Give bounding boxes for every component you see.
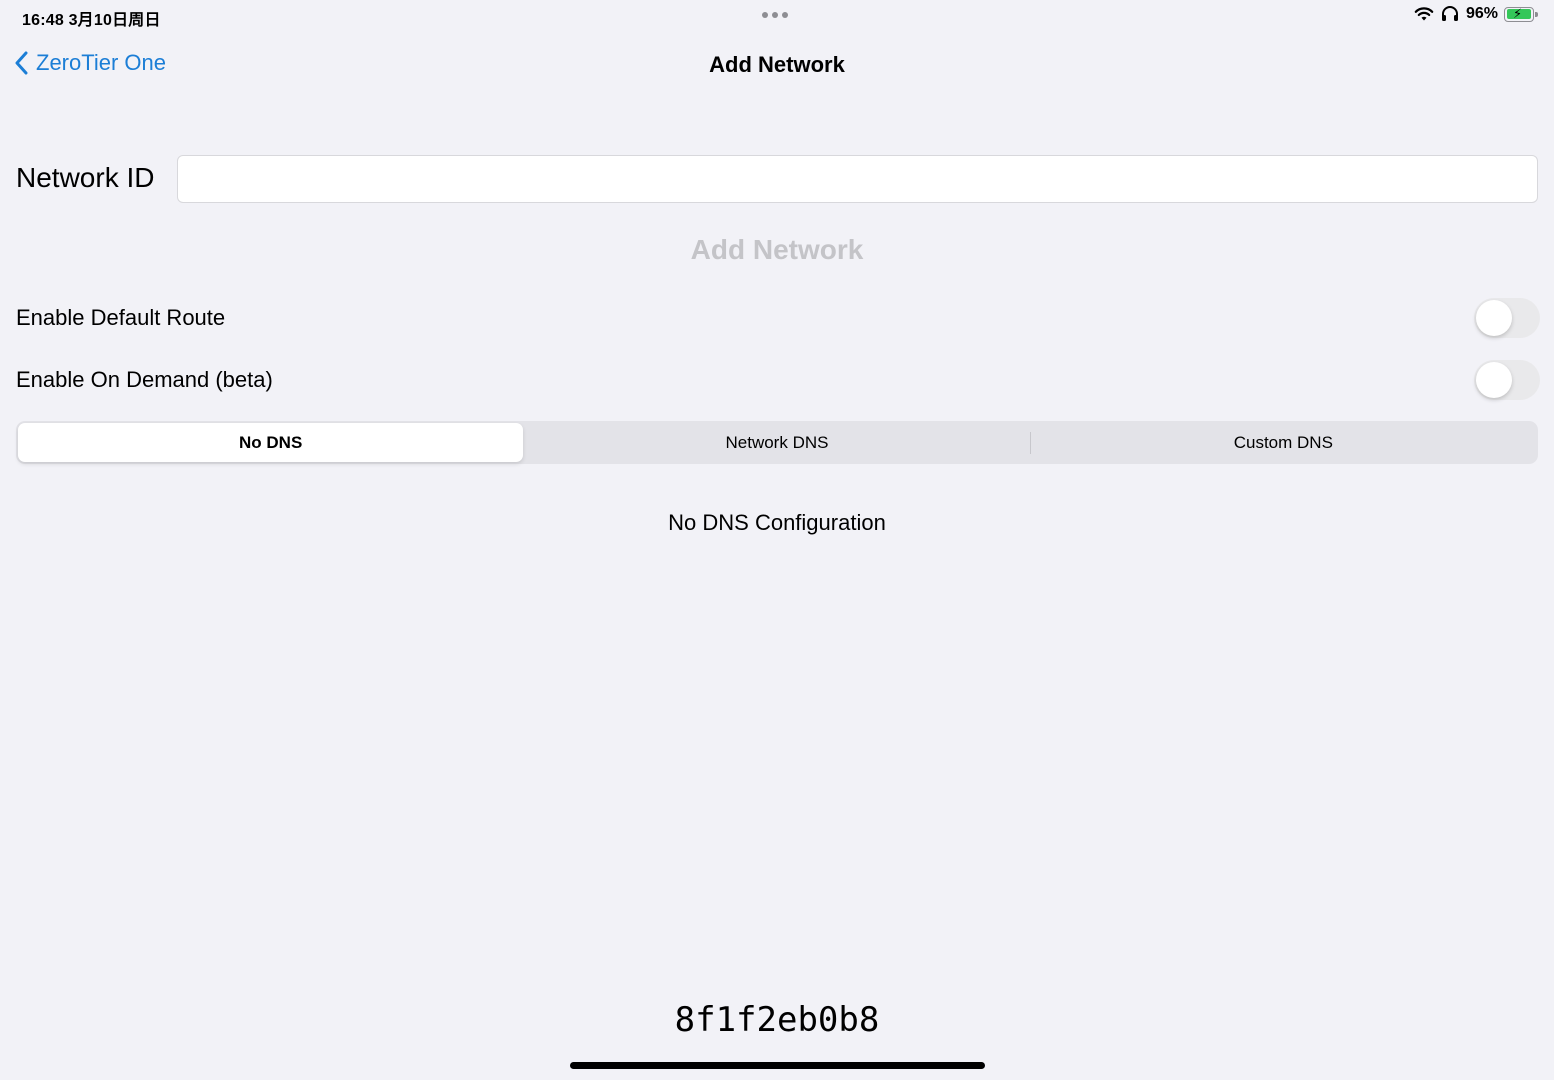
network-id-input[interactable]	[177, 155, 1538, 203]
network-id-label: Network ID	[16, 162, 155, 193]
multitasking-dots-icon[interactable]	[762, 12, 788, 18]
page-title: Add Network	[709, 52, 845, 77]
dns-status-message: No DNS Configuration	[668, 510, 886, 535]
segment-custom-dns[interactable]: Custom DNS	[1031, 423, 1536, 462]
battery-percent: 96%	[1465, 5, 1498, 22]
on-demand-label: Enable On Demand (beta)	[16, 367, 273, 392]
headphones-icon	[1441, 6, 1458, 21]
dns-segmented-control: No DNS Network DNS Custom DNS	[16, 421, 1538, 464]
default-route-label: Enable Default Route	[16, 305, 226, 330]
home-indicator[interactable]	[570, 1062, 985, 1069]
segment-network-dns[interactable]: Network DNS	[524, 423, 1029, 462]
segment-no-dns[interactable]: No DNS	[18, 423, 524, 462]
wifi-icon	[1414, 7, 1434, 21]
default-route-toggle[interactable]	[1474, 298, 1540, 338]
on-demand-toggle[interactable]	[1474, 360, 1540, 400]
status-time: 16:48 3月10日周日	[22, 12, 161, 29]
status-indicators: 96% ⚡	[1414, 5, 1538, 23]
add-network-button[interactable]: Add Network	[0, 234, 1554, 266]
add-network-screen: 16:48 3月10日周日 96% ⚡ ZeroTier One Add Net…	[0, 0, 1554, 1080]
battery-charging-icon: ⚡	[1504, 6, 1538, 22]
node-id: 8f1f2eb0b8	[674, 1000, 880, 1040]
